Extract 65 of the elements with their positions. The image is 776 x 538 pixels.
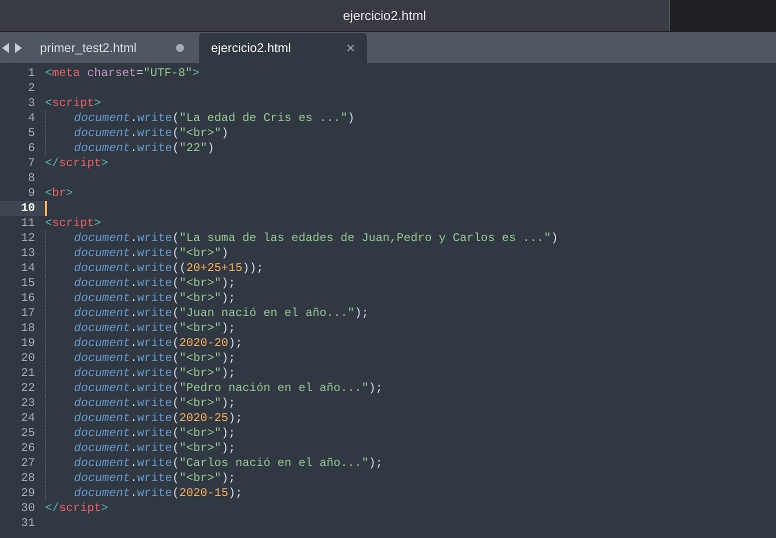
line-number: 26 xyxy=(20,441,36,456)
right-arrow-icon[interactable] xyxy=(14,42,22,52)
code-line: document.write("22") xyxy=(45,141,214,156)
text-cursor xyxy=(45,201,47,216)
window-title: ejercicio2.html xyxy=(342,8,426,23)
line-number: 1 xyxy=(26,66,36,81)
left-arrow-icon[interactable] xyxy=(2,42,10,52)
editor-tab[interactable]: primer_test2.html xyxy=(28,33,196,63)
line-number: 12 xyxy=(20,231,36,246)
line-number: 29 xyxy=(20,486,36,501)
code-line: document.write((20+25+15)); xyxy=(45,261,264,276)
line-number: 18 xyxy=(20,321,36,336)
code-line: document.write("Pedro nación en el año..."); xyxy=(45,381,383,396)
code-line: document.write("<br>"); xyxy=(45,426,236,441)
code-line: document.write(2020-25); xyxy=(45,411,242,426)
line-number: 20 xyxy=(20,351,36,366)
line-number: 28 xyxy=(20,471,36,486)
line-number: 16 xyxy=(20,291,36,306)
code-line: <script> xyxy=(45,96,102,111)
line-number: 2 xyxy=(26,81,36,96)
line-number: 24 xyxy=(20,411,36,426)
code-line: document.write("<br>"); xyxy=(45,471,236,486)
line-number: 30 xyxy=(20,501,36,516)
line-number: 9 xyxy=(26,186,36,201)
line-number: 17 xyxy=(20,306,36,321)
code-line: document.write("<br>"); xyxy=(45,366,236,381)
line-number: 22 xyxy=(20,381,36,396)
code-line: document.write("<br>"); xyxy=(45,441,236,456)
close-button[interactable]: × xyxy=(346,40,355,56)
code-line: document.write("<br>"); xyxy=(45,396,236,411)
line-number: 19 xyxy=(20,336,36,351)
line-number: 27 xyxy=(20,456,36,471)
line-number: 6 xyxy=(26,141,36,156)
code-line: </script> xyxy=(45,501,108,516)
line-number: 31 xyxy=(20,516,36,531)
code-line: document.write("<br>") xyxy=(45,246,228,261)
code-line: document.write("<br>"); xyxy=(45,351,236,366)
line-number: 21 xyxy=(20,366,36,381)
code-line: document.write("Juan nació en el año..."); xyxy=(45,306,369,321)
editor-tab[interactable]: ejercicio2.html × xyxy=(199,33,367,63)
line-number: 25 xyxy=(20,426,36,441)
line-number: 15 xyxy=(20,276,36,291)
code-line: document.write(2020-15); xyxy=(45,486,242,501)
line-number: 5 xyxy=(26,126,36,141)
code-line: <br> xyxy=(45,186,74,201)
code-line: document.write("<br>"); xyxy=(45,291,236,306)
line-number: 8 xyxy=(26,171,36,186)
line-number: 7 xyxy=(26,156,36,171)
code-line: document.write("<br>"); xyxy=(45,321,236,336)
line-number: 13 xyxy=(20,246,36,261)
code-line: document.write("La edad de Cris es ...") xyxy=(45,111,355,126)
code-line: </script> xyxy=(45,156,108,171)
line-number: 23 xyxy=(20,396,36,411)
code-line: document.write(2020-20); xyxy=(45,336,242,351)
line-number: 10 xyxy=(0,201,45,216)
code-line: <meta charset="UTF-8"> xyxy=(45,66,200,81)
code-line: document.write("La suma de las edades de Juan,Pedro y Carlos es ...") xyxy=(45,231,558,246)
code-line: document.write("<br>") xyxy=(45,126,228,141)
code-line: document.write("<br>"); xyxy=(45,276,236,291)
code-line: document.write("Carlos nació en el año..."); xyxy=(45,456,383,471)
line-number: 4 xyxy=(26,111,36,126)
line-number: 14 xyxy=(20,261,36,276)
code-line: <script> xyxy=(45,216,102,231)
line-number: 3 xyxy=(26,96,36,111)
line-number: 11 xyxy=(20,216,36,231)
